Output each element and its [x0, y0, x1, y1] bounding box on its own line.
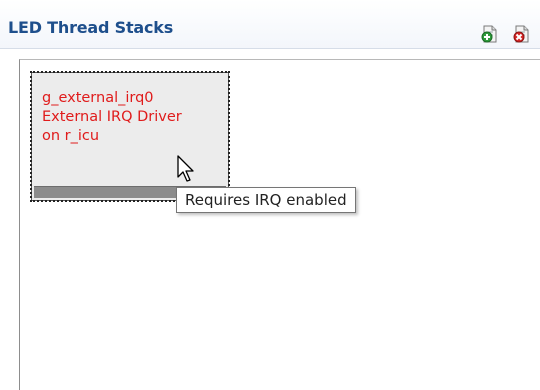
tooltip: Requires IRQ enabled — [176, 187, 356, 213]
thread-stacks-panel: LED Thread Stacks g_external_irq0 Extern… — [0, 0, 540, 390]
thread-stack-name: g_external_irq0 — [42, 90, 154, 106]
panel-title: LED Thread Stacks — [8, 18, 174, 37]
panel-header: LED Thread Stacks — [0, 0, 540, 49]
thread-stack-module: on r_icu — [42, 128, 100, 144]
remove-document-icon[interactable] — [512, 24, 532, 44]
add-document-icon[interactable] — [480, 24, 500, 44]
thread-stack-driver: External IRQ Driver — [42, 109, 182, 125]
mouse-pointer-icon — [176, 155, 198, 183]
thread-stack-label: g_external_irq0 External IRQ Driver on r… — [42, 89, 182, 146]
thread-stack-block[interactable]: g_external_irq0 External IRQ Driver on r… — [30, 71, 230, 202]
